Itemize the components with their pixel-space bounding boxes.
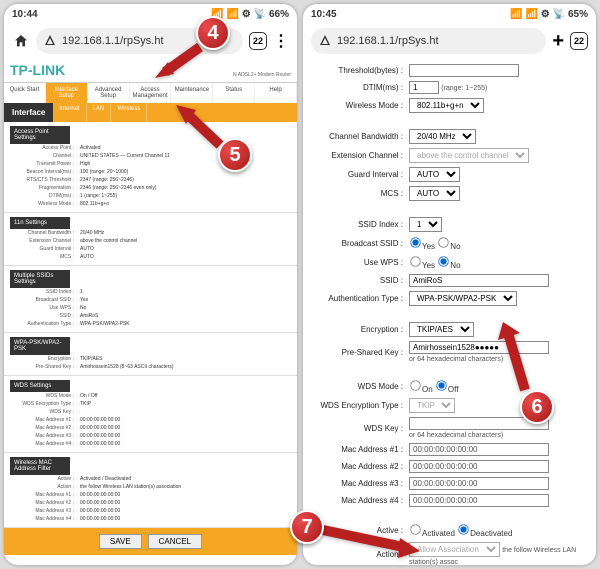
mac1-input [409, 443, 549, 456]
status-icons: 📶 📶 ⚙ 📡 [510, 9, 565, 20]
mode-select[interactable]: 802.11b+g+n [409, 98, 484, 113]
ssid-index-select[interactable]: 1 [409, 217, 442, 232]
mcs-select[interactable]: AUTO [409, 186, 460, 201]
tabs-button[interactable]: 22 [249, 32, 267, 50]
ssid-input[interactable] [409, 274, 549, 287]
wds-off[interactable] [436, 380, 446, 390]
tab-help[interactable]: Help [255, 83, 297, 103]
wds-on[interactable] [410, 380, 420, 390]
step-badge-7: 7 [290, 510, 324, 544]
subtab-wireless[interactable]: Wireless [111, 103, 147, 122]
save-button[interactable]: SAVE [99, 534, 142, 549]
new-tab-icon[interactable]: + [552, 30, 564, 53]
tab-advanced[interactable]: Advanced Setup [88, 83, 130, 103]
mac3-input [409, 477, 549, 490]
menu-icon[interactable]: ⋮ [273, 31, 289, 51]
active-off[interactable] [458, 524, 468, 534]
page-content: TP-LINK N ADSL2+ Modem Router Quick Star… [4, 58, 297, 565]
tabs-button[interactable]: 22 [570, 32, 588, 50]
step-badge-4: 4 [196, 16, 230, 50]
bcast-no[interactable] [439, 237, 449, 247]
section-wds: WDS Settings [10, 380, 70, 392]
url-text: 192.168.1.1/rpSys.ht [337, 35, 439, 47]
home-icon[interactable] [12, 32, 30, 50]
step-badge-5: 5 [218, 138, 252, 172]
ext-select: above the control channel [409, 148, 529, 163]
cancel-button[interactable]: CANCEL [148, 534, 202, 549]
section-wpa: WPA-PSK/WPA2-PSK [10, 337, 70, 355]
warning-icon [319, 34, 331, 49]
status-time: 10:45 [311, 9, 337, 20]
battery-pct: 66% [269, 9, 289, 20]
bcast-yes[interactable] [410, 237, 420, 247]
arrow-4 [150, 42, 210, 87]
bw-select[interactable]: 20/40 MHz [409, 129, 476, 144]
url-text: 192.168.1.1/rpSys.ht [62, 35, 164, 47]
arrow-7 [318, 520, 428, 565]
mac2-input [409, 460, 549, 473]
statusbar: 10:45 📶 📶 ⚙ 📡 65% [303, 4, 596, 24]
section-multi: Multiple SSIDs Settings [10, 270, 70, 288]
interface-label: Interface [4, 103, 53, 122]
warning-icon [44, 34, 56, 49]
subtab-internet[interactable]: Internet [53, 103, 86, 122]
battery-pct: 65% [568, 9, 588, 20]
page-content: Threshold(bytes) : DTIM(ms) : (range: 1~… [303, 58, 596, 565]
mac4-input [409, 494, 549, 507]
threshold-input[interactable] [409, 64, 519, 77]
url-input[interactable]: 192.168.1.1/rpSys.ht [311, 28, 546, 54]
statusbar: 10:44 📶 📶 ⚙ 📡 66% [4, 4, 297, 24]
enc-select[interactable]: TKIP/AES [409, 322, 474, 337]
wps-yes[interactable] [410, 256, 420, 266]
wps-no[interactable] [439, 256, 449, 266]
subtab-lan[interactable]: LAN [87, 103, 112, 122]
url-bar: 192.168.1.1/rpSys.ht + 22 [303, 24, 596, 58]
tab-interface[interactable]: Interface Setup [46, 83, 88, 103]
section-ap: Access Point Settings [10, 126, 70, 144]
tab-quickstart[interactable]: Quick Start [4, 83, 46, 103]
auth-select[interactable]: WPA-PSK/WPA2-PSK [409, 291, 517, 306]
status-time: 10:44 [12, 9, 38, 20]
model: N ADSL2+ Modem Router [233, 72, 291, 78]
phone-left: 10:44 📶 📶 ⚙ 📡 66% 192.168.1.1/rpSys.ht 2… [4, 4, 297, 565]
logo: TP-LINK [10, 62, 65, 78]
step-badge-6: 6 [520, 390, 554, 424]
phone-right: 10:45 📶 📶 ⚙ 📡 65% 192.168.1.1/rpSys.ht +… [303, 4, 596, 565]
wds-enc-select: TKIP [409, 398, 455, 413]
section-filter: Wireless MAC Address Filter [10, 457, 70, 475]
dtim-input[interactable] [409, 81, 439, 94]
gi-select[interactable]: AUTO [409, 167, 460, 182]
section-11n: 11n Settings [10, 217, 70, 229]
